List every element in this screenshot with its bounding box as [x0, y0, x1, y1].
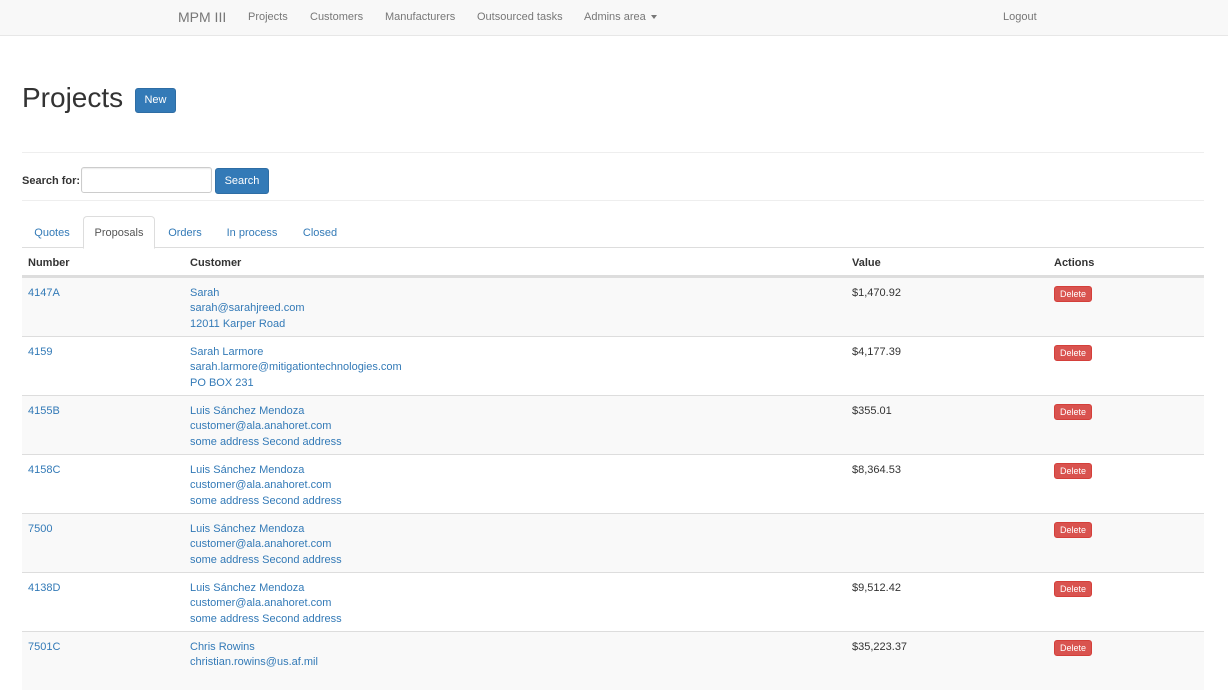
customer-name-link[interactable]: Sarah Larmore [190, 345, 402, 360]
tab-quotes[interactable]: Quotes [22, 216, 82, 248]
project-number-link[interactable]: 4159 [28, 345, 52, 360]
table-row: 4147A Sarah sarah@sarahjreed.com 12011 Karp… [22, 277, 1204, 336]
project-status-tabs: Quotes Proposals Orders In process Close… [22, 216, 1204, 249]
search-button[interactable]: Search [215, 168, 269, 194]
project-number-link[interactable]: 4147A [28, 286, 60, 301]
projects-table: Number Customer Value Actions 4147A Sarah… [22, 248, 1204, 690]
customer-email-link[interactable]: sarah@sarahjreed.com [190, 301, 305, 316]
nav-item-outsourced-tasks[interactable]: Outsourced tasks [477, 11, 563, 23]
delete-button[interactable]: Delete [1054, 286, 1093, 302]
customer-email-link[interactable]: sarah.larmore@mitigationtechnologies.com [190, 360, 402, 375]
project-value: $9,512.42 [852, 582, 901, 594]
project-value: $355.01 [852, 405, 892, 417]
delete-button[interactable]: Delete [1054, 463, 1093, 479]
actions-cell: Delete [1054, 640, 1093, 656]
project-value: $1,470.92 [852, 287, 901, 299]
delete-button[interactable]: Delete [1054, 581, 1093, 597]
actions-cell: Delete [1054, 522, 1093, 538]
actions-cell: Delete [1054, 345, 1093, 361]
customer-email-link[interactable]: customer@ala.anahoret.com [190, 537, 342, 552]
brand-link[interactable]: MPM III [178, 9, 226, 25]
tab-orders[interactable]: Orders [156, 216, 214, 248]
search-divider [22, 200, 1204, 201]
project-number-link[interactable]: 4158C [28, 463, 60, 478]
table-row: 4155B Luis Sánchez Mendoza customer@ala.an… [22, 395, 1204, 454]
tab-in-process[interactable]: In process [215, 216, 289, 248]
actions-cell: Delete [1054, 404, 1093, 420]
customer-cell: Luis Sánchez Mendoza customer@ala.anahore… [190, 581, 342, 627]
table-row: 4159 Sarah Larmore sarah.larmore@mitigatio… [22, 336, 1204, 395]
project-number-link[interactable]: 4138D [28, 581, 60, 596]
top-navbar: MPM III Projects Customers Manufacturers… [0, 0, 1228, 36]
customer-cell: Luis Sánchez Mendoza customer@ala.anahore… [190, 522, 342, 568]
customer-name-link[interactable]: Chris Rowins [190, 640, 318, 655]
customer-cell: Luis Sánchez Mendoza customer@ala.anahore… [190, 463, 342, 509]
customer-name-link[interactable]: Luis Sánchez Mendoza [190, 522, 342, 537]
column-header-value: Value [852, 257, 881, 269]
actions-cell: Delete [1054, 581, 1093, 597]
customer-name-link[interactable]: Luis Sánchez Mendoza [190, 404, 342, 419]
customer-cell: Sarah sarah@sarahjreed.com 12011 Karper Ro… [190, 286, 305, 332]
table-row: 7500 Luis Sánchez Mendoza customer@ala.ana… [22, 513, 1204, 572]
actions-cell: Delete [1054, 463, 1093, 479]
nav-item-admins-area[interactable]: Admins area [584, 11, 657, 23]
table-header: Number Customer Value Actions [22, 248, 1204, 277]
new-project-button[interactable]: New [135, 88, 176, 113]
delete-button[interactable]: Delete [1054, 522, 1093, 538]
table-row: 4138D Luis Sánchez Mendoza customer@ala.an… [22, 572, 1204, 631]
nav-item-customers[interactable]: Customers [310, 11, 363, 23]
nav-item-projects[interactable]: Projects [248, 11, 288, 23]
project-value: $8,364.53 [852, 464, 901, 476]
tab-closed[interactable]: Closed [290, 216, 350, 248]
delete-button[interactable]: Delete [1054, 345, 1093, 361]
customer-cell: Sarah Larmore sarah.larmore@mitigationtec… [190, 345, 402, 391]
customer-name-link[interactable]: Luis Sánchez Mendoza [190, 463, 342, 478]
project-value: $4,177.39 [852, 346, 901, 358]
table-body: 4147A Sarah sarah@sarahjreed.com 12011 Karp… [22, 277, 1204, 690]
customer-cell: Chris Rowins christian.rowins@us.af.mil [190, 640, 318, 671]
project-number-link[interactable]: 4155B [28, 404, 60, 419]
customer-address-link[interactable]: some address Second address [190, 494, 342, 509]
column-header-actions: Actions [1054, 257, 1095, 269]
page-title: Projects [22, 82, 124, 113]
nav-item-admins-area-label: Admins area [584, 11, 646, 23]
table-row: 7501C Chris Rowins christian.rowins@us.af.… [22, 631, 1204, 690]
delete-button[interactable]: Delete [1054, 640, 1093, 656]
customer-email-link[interactable]: customer@ala.anahoret.com [190, 478, 342, 493]
table-row: 4158C Luis Sánchez Mendoza customer@ala.an… [22, 454, 1204, 513]
customer-email-link[interactable]: customer@ala.anahoret.com [190, 419, 342, 434]
customer-email-link[interactable]: customer@ala.anahoret.com [190, 596, 342, 611]
customer-address-link[interactable]: PO BOX 231 [190, 376, 402, 391]
customer-address-link[interactable]: 12011 Karper Road [190, 317, 305, 332]
customer-address-link[interactable]: some address Second address [190, 553, 342, 568]
customer-email-link[interactable]: christian.rowins@us.af.mil [190, 655, 318, 670]
actions-cell: Delete [1054, 286, 1093, 302]
tab-proposals[interactable]: Proposals [83, 216, 155, 249]
column-header-number: Number [28, 257, 70, 269]
project-number-link[interactable]: 7500 [28, 522, 52, 537]
customer-address-link[interactable]: some address Second address [190, 612, 342, 627]
delete-button[interactable]: Delete [1054, 404, 1093, 420]
nav-item-manufacturers[interactable]: Manufacturers [385, 11, 455, 23]
caret-down-icon [650, 15, 657, 20]
project-value: $35,223.37 [852, 641, 908, 653]
column-header-customer: Customer [190, 257, 242, 269]
logout-link[interactable]: Logout [1003, 11, 1037, 23]
header-divider [22, 152, 1204, 153]
search-label: Search for: [22, 175, 81, 187]
customer-name-link[interactable]: Luis Sánchez Mendoza [190, 581, 342, 596]
customer-address-link[interactable]: some address Second address [190, 435, 342, 450]
project-number-link[interactable]: 7501C [28, 640, 60, 655]
search-input[interactable] [81, 167, 212, 193]
customer-cell: Luis Sánchez Mendoza customer@ala.anahore… [190, 404, 342, 450]
customer-name-link[interactable]: Sarah [190, 286, 305, 301]
